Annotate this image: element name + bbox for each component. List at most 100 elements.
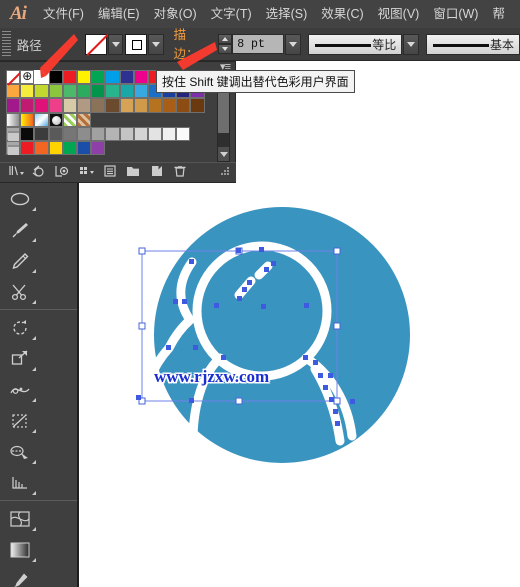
swatch-group-folder-bright[interactable]	[6, 140, 21, 156]
swatch-kinds-menu-icon[interactable]	[76, 164, 97, 181]
swatch-item[interactable]	[119, 126, 134, 141]
swatch-item[interactable]	[176, 126, 191, 141]
swatch-item[interactable]	[62, 140, 77, 156]
new-swatch-icon[interactable]	[146, 164, 167, 181]
swatch-item[interactable]	[62, 126, 77, 141]
swatch-item[interactable]	[133, 98, 148, 113]
swatch-item[interactable]	[176, 98, 191, 113]
show-swatch-kinds-icon[interactable]	[53, 164, 74, 181]
swatch-pattern-brick[interactable]	[76, 112, 92, 127]
shape-builder-tool[interactable]	[0, 436, 39, 467]
swatch-group-folder-gray[interactable]	[6, 126, 21, 141]
stroke-weight-decrease[interactable]	[218, 44, 233, 54]
swatch-item[interactable]	[76, 98, 92, 113]
stroke-swatch-dropdown[interactable]	[147, 33, 164, 55]
brush-definition[interactable]: 基本	[425, 33, 520, 55]
swatch-pattern-leaf[interactable]	[62, 112, 77, 127]
swatch-libraries-icon[interactable]	[6, 164, 27, 181]
fill-swatch-dropdown[interactable]	[107, 33, 124, 55]
swatch-item[interactable]	[20, 98, 35, 113]
swatch-item[interactable]	[119, 84, 134, 99]
swatch-item[interactable]	[76, 140, 92, 156]
variable-width-profile[interactable]: 等比	[308, 33, 403, 55]
menu-window[interactable]: 窗口(W)	[426, 0, 485, 28]
scissors-tool[interactable]	[0, 276, 39, 307]
control-bar-grip[interactable]	[2, 31, 11, 57]
swatch-link-icon[interactable]	[29, 164, 50, 181]
swatch-item[interactable]	[91, 84, 106, 99]
swatch-none[interactable]	[6, 70, 21, 85]
perspective-grid-tool[interactable]	[0, 467, 39, 498]
delete-swatch-icon[interactable]	[169, 164, 190, 181]
stroke-weight-dropdown[interactable]	[285, 33, 302, 55]
swatch-item[interactable]	[162, 98, 177, 113]
width-tool[interactable]	[0, 374, 39, 405]
swatch-magenta[interactable]	[133, 70, 148, 85]
swatch-item[interactable]	[48, 84, 63, 99]
swatch-item[interactable]	[20, 84, 35, 99]
swatch-item[interactable]	[76, 84, 92, 99]
swatch-item[interactable]	[105, 126, 120, 141]
swatch-registration[interactable]	[20, 70, 35, 85]
scrollbar-down-arrow[interactable]	[218, 147, 229, 161]
swatch-cyan[interactable]	[105, 70, 120, 85]
menu-help[interactable]: 帮	[485, 0, 512, 28]
swatch-item[interactable]	[133, 84, 148, 99]
swatch-item[interactable]	[34, 84, 49, 99]
swatch-green[interactable]	[91, 70, 106, 85]
artwork[interactable]	[79, 183, 520, 587]
swatch-item[interactable]	[119, 98, 134, 113]
stroke-weight-input[interactable]: 8 pt	[232, 34, 285, 54]
swatch-gradient-orange[interactable]	[20, 112, 35, 127]
panel-resize-grip[interactable]	[215, 164, 236, 181]
ellipse-tool[interactable]	[0, 183, 39, 214]
menu-file[interactable]: 文件(F)	[36, 0, 91, 28]
variable-width-profile-dropdown[interactable]	[403, 33, 419, 55]
swatch-item[interactable]	[147, 126, 163, 141]
paintbrush-tool[interactable]	[0, 214, 39, 245]
pencil-tool[interactable]	[0, 245, 39, 276]
swatch-item[interactable]	[20, 126, 35, 141]
swatch-item[interactable]	[62, 84, 77, 99]
swatch-white[interactable]	[34, 70, 49, 85]
rotate-tool[interactable]	[0, 312, 39, 343]
swatch-item[interactable]	[34, 98, 49, 113]
swatch-item[interactable]	[190, 98, 205, 113]
menu-type[interactable]: 文字(T)	[204, 0, 259, 28]
menu-view[interactable]: 视图(V)	[371, 0, 427, 28]
mesh-tool[interactable]	[0, 503, 39, 534]
swatch-item[interactable]	[6, 98, 21, 113]
stroke-label[interactable]: 描边：	[173, 24, 211, 64]
swatch-item[interactable]	[147, 98, 163, 113]
stroke-color-swatch[interactable]	[125, 33, 147, 55]
stroke-weight-stepper[interactable]: 8 pt	[218, 33, 302, 55]
menu-effect[interactable]: 效果(C)	[314, 0, 370, 28]
swatch-item[interactable]	[91, 126, 106, 141]
swatch-pattern-ball[interactable]	[48, 112, 63, 127]
swatch-item[interactable]	[91, 140, 106, 156]
swatch-options-icon[interactable]	[99, 164, 120, 181]
swatch-gradient-white[interactable]	[6, 112, 21, 127]
document-canvas[interactable]: www.rjzxw.com	[79, 183, 520, 587]
menu-select[interactable]: 选择(S)	[259, 0, 315, 28]
swatch-item[interactable]	[105, 84, 120, 99]
free-transform-tool[interactable]	[0, 405, 39, 436]
swatch-item[interactable]	[162, 126, 177, 141]
swatch-item[interactable]	[48, 98, 63, 113]
swatch-item[interactable]	[34, 126, 49, 141]
swatch-item[interactable]	[105, 98, 120, 113]
gradient-tool[interactable]	[0, 534, 39, 565]
swatch-item[interactable]	[20, 140, 35, 156]
swatch-blue[interactable]	[119, 70, 134, 85]
swatch-item[interactable]	[6, 84, 21, 99]
swatch-item[interactable]	[48, 126, 63, 141]
menu-edit[interactable]: 编辑(E)	[91, 0, 147, 28]
scale-tool[interactable]	[0, 343, 39, 374]
swatch-item[interactable]	[34, 140, 49, 156]
swatch-yellow[interactable]	[76, 70, 92, 85]
swatch-item[interactable]	[133, 126, 148, 141]
swatch-black[interactable]	[48, 70, 63, 85]
new-color-group-icon[interactable]	[123, 164, 144, 181]
swatch-item[interactable]	[48, 140, 63, 156]
swatch-item[interactable]	[91, 98, 106, 113]
